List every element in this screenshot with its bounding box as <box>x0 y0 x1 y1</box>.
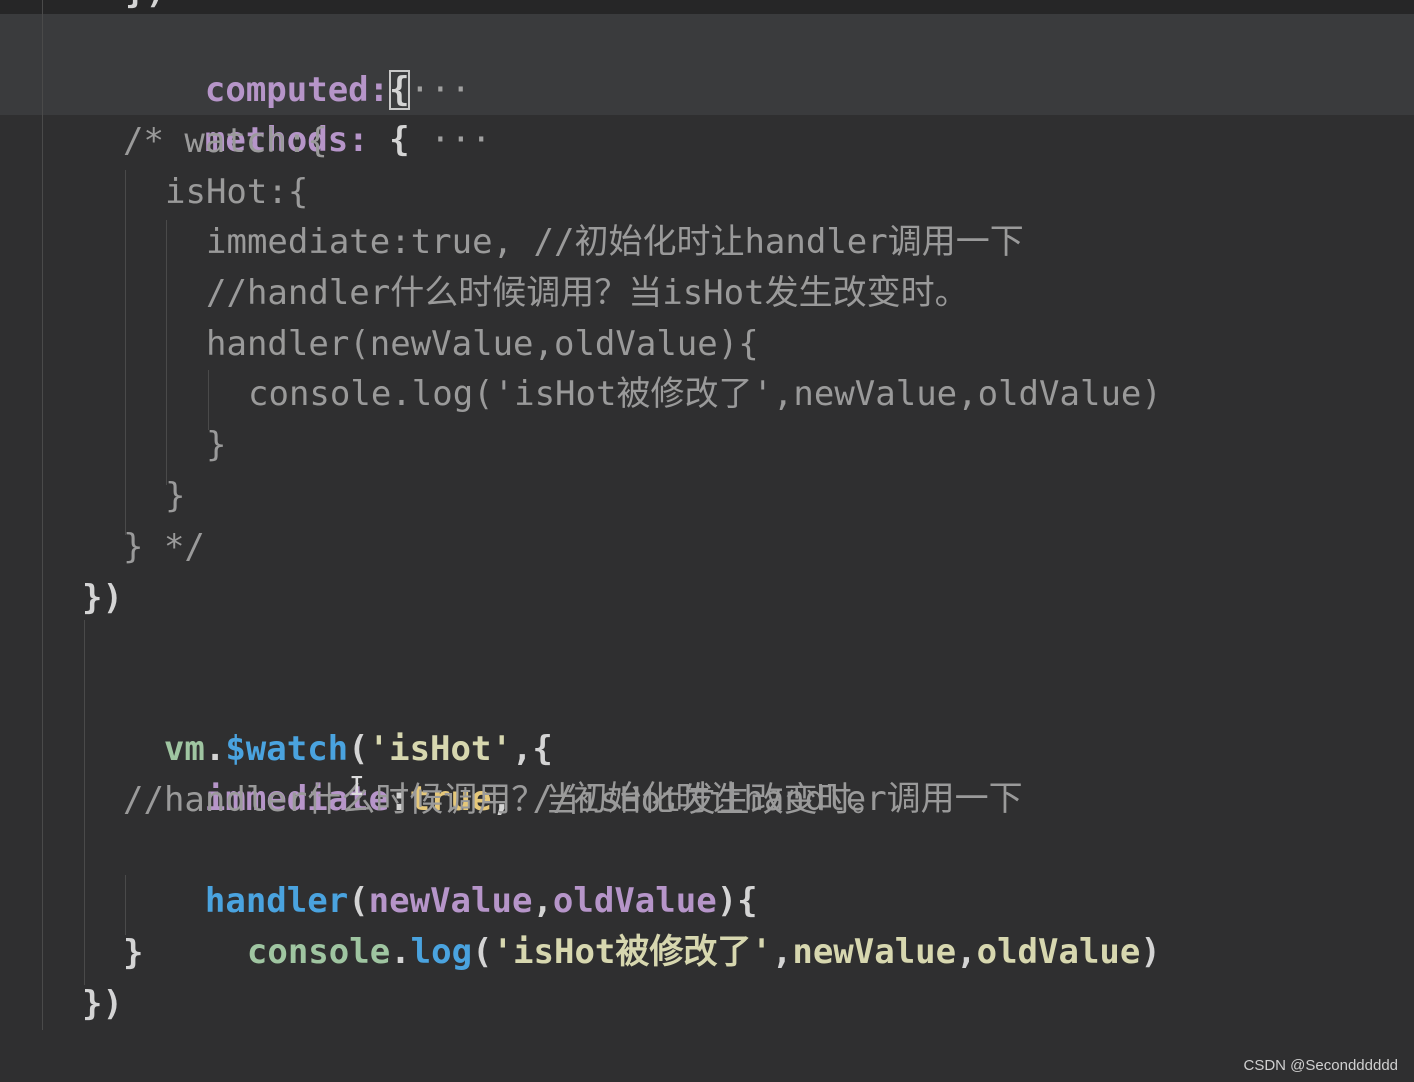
code-line[interactable]: }) <box>82 979 123 1029</box>
editor-top-strip <box>0 0 1414 14</box>
indent-guide <box>42 0 43 1030</box>
code-line-watch-call[interactable]: vm.$watch('isHot',{ <box>82 674 553 769</box>
comment-line[interactable]: console.log('isHot被修改了',newValue,oldValu… <box>248 369 1162 419</box>
indent-guide <box>125 170 126 535</box>
code-line-console-log[interactable]: console.log('isHot被修改了',newValue,oldValu… <box>165 877 1161 972</box>
code-line-computed[interactable]: computed:{··· <box>123 15 471 110</box>
code-line[interactable]: }) <box>82 573 123 623</box>
comment-line[interactable]: } <box>165 471 185 521</box>
comment-line[interactable]: //handler什么时候调用？当isHot发生改变时。 <box>123 775 886 825</box>
comment-line[interactable]: isHot:{ <box>165 167 308 217</box>
watermark: CSDN @Secondddddd <box>1243 1057 1398 1074</box>
code-editor[interactable]: }) computed:{··· methods: { ··· /* watch… <box>0 0 1414 1082</box>
code-line-methods[interactable]: methods: { ··· <box>123 65 492 160</box>
code-line-immediate[interactable]: immediate:true, //初始化时让handler调用一下 <box>123 724 1023 819</box>
comment-line[interactable]: //handler什么时候调用？当isHot发生改变时。 <box>206 268 969 318</box>
folded-region-ellipsis[interactable]: ··· <box>430 120 491 160</box>
code-line[interactable]: } <box>123 928 143 978</box>
text-cursor-ibeam-icon: I <box>349 772 365 802</box>
comment-line[interactable]: } */ <box>123 522 205 572</box>
comment-line[interactable]: } <box>206 420 226 470</box>
comment-line[interactable]: immediate:true, //初始化时让handler调用一下 <box>206 217 1024 267</box>
indent-guide <box>166 220 167 485</box>
comment-line[interactable]: /* watch:{ <box>123 116 328 166</box>
comment-line[interactable]: handler(newValue,oldValue){ <box>206 319 759 369</box>
code-line-script-close[interactable]: </script> <box>42 1029 308 1079</box>
code-line-handler[interactable]: handler(newValue,oldValue){ <box>123 826 758 921</box>
